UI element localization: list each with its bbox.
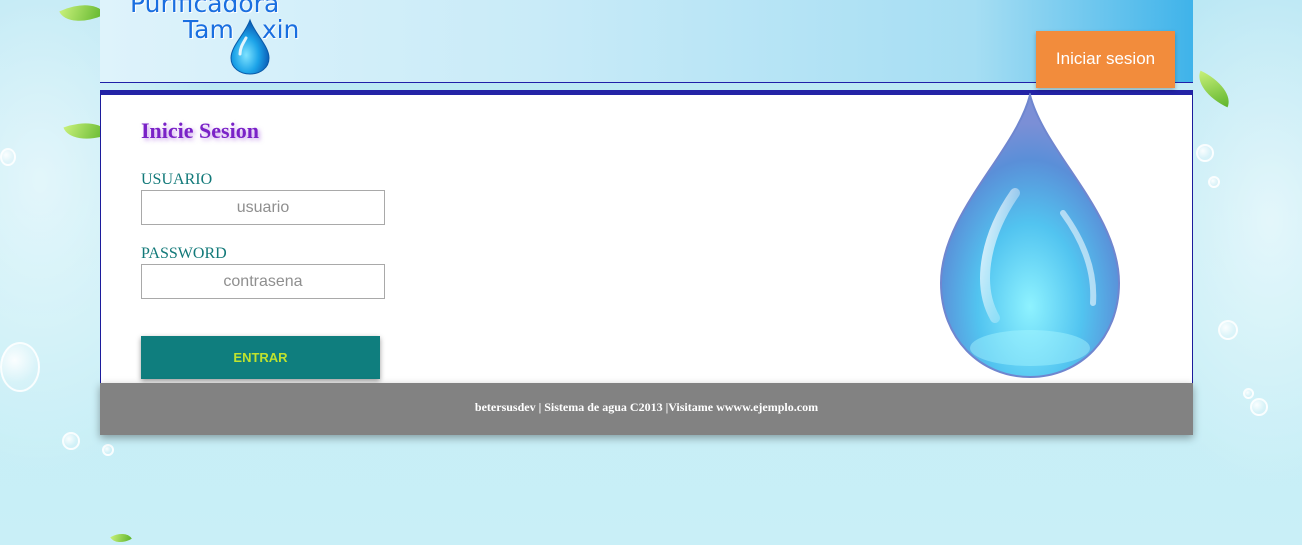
bubble-decoration bbox=[62, 432, 80, 450]
site-header: Purificadora Tam xin Iniciar sesion bbox=[100, 0, 1193, 88]
bubble-decoration bbox=[1196, 144, 1214, 162]
water-drop-icon bbox=[230, 18, 270, 75]
password-input[interactable] bbox=[141, 264, 385, 299]
login-button-label: Iniciar sesion bbox=[1055, 48, 1156, 68]
footer-text: betersusdev | Sistema de agua C2013 |Vis… bbox=[474, 400, 819, 414]
leaf-decoration bbox=[1191, 70, 1237, 108]
submit-button[interactable]: ENTRAR bbox=[141, 336, 380, 379]
bubble-decoration bbox=[102, 444, 114, 456]
leaf-decoration bbox=[59, 0, 105, 32]
site-logo[interactable]: Purificadora Tam xin bbox=[130, 0, 299, 42]
bubble-decoration bbox=[1208, 176, 1220, 188]
bubble-decoration bbox=[1218, 320, 1238, 340]
login-panel: Inicie Sesion USUARIO PASSWORD ENTRAR bbox=[100, 90, 1193, 385]
leaf-decoration bbox=[110, 528, 132, 545]
logo-text-line2: Tam xin bbox=[130, 17, 299, 42]
username-label: USUARIO bbox=[141, 171, 213, 188]
bubble-decoration bbox=[0, 342, 40, 392]
bubble-decoration bbox=[1243, 388, 1254, 399]
login-button[interactable]: Iniciar sesion bbox=[1036, 31, 1175, 88]
username-input[interactable] bbox=[141, 190, 385, 225]
water-drop-icon bbox=[939, 93, 1121, 379]
bubble-decoration bbox=[1250, 398, 1268, 416]
password-label: PASSWORD bbox=[141, 245, 227, 262]
bubble-decoration bbox=[0, 148, 16, 166]
site-footer: betersusdev | Sistema de agua C2013 |Vis… bbox=[100, 383, 1193, 435]
page-title: Inicie Sesion bbox=[141, 118, 259, 143]
